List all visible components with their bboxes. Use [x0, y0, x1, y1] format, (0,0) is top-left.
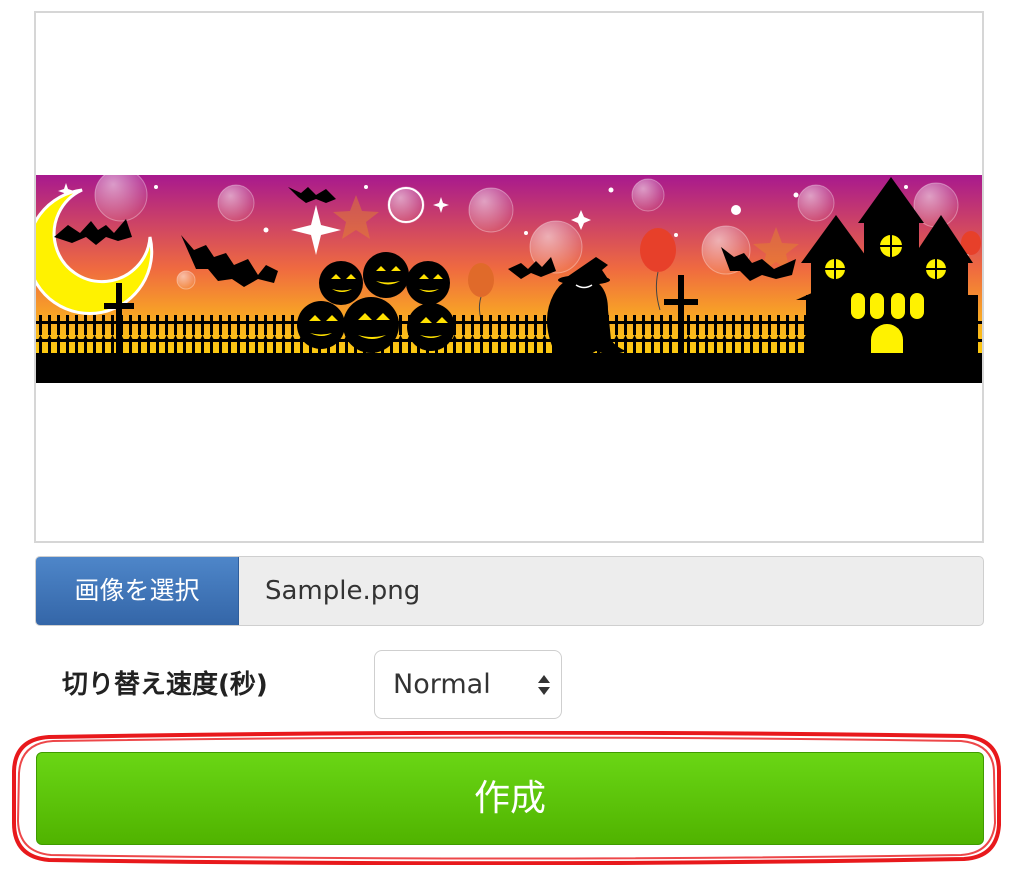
halloween-banner-image: [36, 175, 982, 383]
speed-select[interactable]: Normal: [374, 650, 562, 719]
file-input[interactable]: 画像を選択 Sample.png: [35, 556, 984, 626]
image-preview: [34, 11, 984, 543]
create-button[interactable]: 作成: [36, 752, 984, 845]
choose-image-button[interactable]: 画像を選択: [36, 557, 239, 625]
select-arrows-icon: [538, 675, 550, 695]
file-name-display: Sample.png: [265, 576, 421, 606]
speed-select-value: Normal: [393, 669, 491, 700]
speed-label: 切り替え速度(秒): [62, 670, 268, 700]
